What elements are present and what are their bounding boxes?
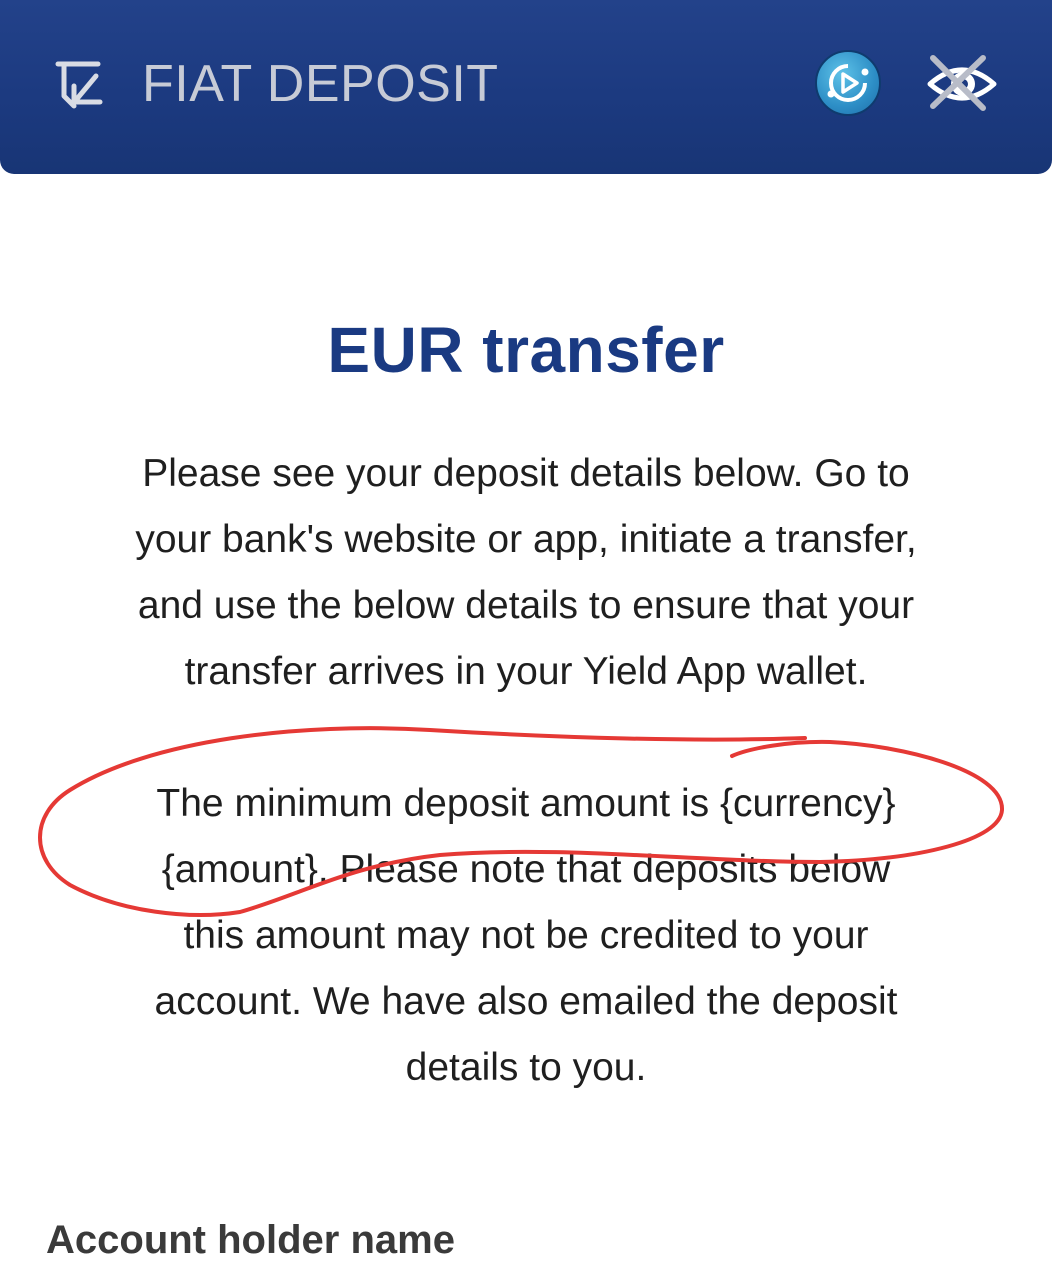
minimum-line: this amount may not be credited to your [183,914,869,957]
intro-line: transfer arrives in your Yield App walle… [184,650,868,693]
minimum-line: account. We have also emailed the deposi… [154,980,898,1023]
minimum-line: {amount}. Please note that deposits belo… [161,848,891,891]
header-left: FIAT DEPOSIT [52,52,499,116]
deposit-arrow-icon [55,61,103,109]
fiat-deposit-screen: FIAT DEPOSIT EUR transfer Please see you… [0,0,1052,1280]
app-header: FIAT DEPOSIT [0,0,1052,174]
intro-line: Please see your deposit details below. G… [142,452,910,495]
eye-off-icon[interactable] [925,50,999,114]
minimum-deposit-paragraph: The minimum deposit amount is {currency}… [70,771,982,1101]
minimum-line: details to you. [405,1046,647,1089]
intro-line: and use the below details to ensure that… [137,584,915,627]
minimum-line: The minimum deposit amount is {currency} [156,782,896,825]
page-title: EUR transfer [327,314,725,386]
play-circle-icon [827,64,869,102]
account-holder-label: Account holder name [46,1218,455,1262]
intro-line: your bank's website or app, initiate a t… [135,518,917,561]
header-title: FIAT DEPOSIT [142,55,499,113]
intro-paragraph: Please see your deposit details below. G… [70,441,982,705]
media-button[interactable] [815,50,881,116]
